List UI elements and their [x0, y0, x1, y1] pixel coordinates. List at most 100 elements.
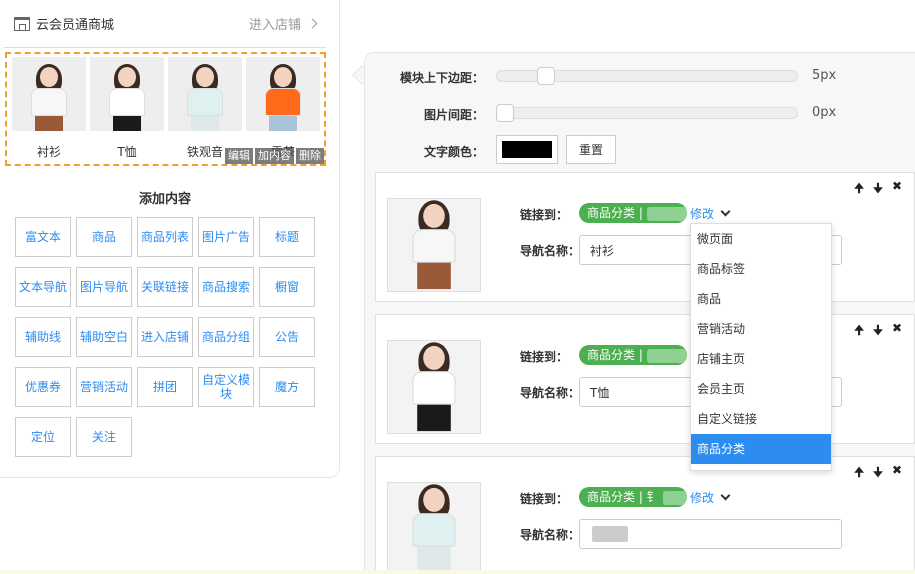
card-controls: 🠉 🠋 ✖	[854, 179, 902, 200]
dropdown-option[interactable]: 微页面	[691, 224, 831, 254]
dropdown-option[interactable]: 会员主页	[691, 374, 831, 404]
dropdown-option[interactable]: 营销活动	[691, 314, 831, 344]
close-icon[interactable]: ✖	[892, 321, 902, 342]
margin-label: 模块上下边距：	[399, 71, 484, 85]
nav-item-image	[12, 57, 86, 131]
product-photo-icon	[412, 342, 456, 432]
image-nav-module[interactable]: 雪茶 铁观音 T恤 衬衫 编辑 加内容 删除	[5, 52, 326, 166]
add-content-button[interactable]: 关注	[76, 417, 132, 457]
nav-item-image	[168, 57, 242, 131]
add-content-button[interactable]: 商品分组	[198, 317, 254, 357]
nav-item-label: 衬衫	[36, 145, 61, 159]
add-content-button[interactable]: 富文本	[15, 217, 71, 257]
redacted-name	[592, 526, 628, 542]
product-photo-icon	[412, 484, 456, 574]
add-content-button[interactable]: 图片广告	[198, 217, 254, 257]
nav-item-image[interactable]	[387, 340, 481, 434]
nav-item-label: T恤	[117, 145, 137, 159]
nav-item-card: 🠉 🠋 ✖ 链接到： 商品分类 | 修改 导航名称：	[375, 172, 915, 302]
margin-slider-handle[interactable]	[537, 67, 556, 85]
chevron-right-icon	[307, 18, 318, 29]
phone-preview-panel: 云会员通商城 进入店铺 雪茶 铁观音 T恤 衬衫 编辑 加内容 删除 添加内容 …	[0, 0, 340, 478]
shop-title: 云会员通商城	[36, 18, 115, 33]
add-content-button[interactable]: 魔方	[259, 367, 315, 407]
nav-item-image[interactable]	[387, 198, 481, 292]
bottom-divider	[0, 570, 915, 574]
nav-item-card: 🠉 🠋 ✖ 链接到： 商品分类 | 修 导航名称：	[375, 314, 915, 444]
edit-link-button[interactable]: 修改	[690, 489, 731, 506]
add-content-button[interactable]: 进入店铺	[137, 317, 193, 357]
add-content-button[interactable]: 定位	[15, 417, 71, 457]
link-tag-text: 商品分类 |	[587, 206, 643, 220]
nav-item[interactable]: 雪茶	[246, 57, 320, 160]
add-content-button[interactable]: 优惠券	[15, 367, 71, 407]
nav-item-image	[90, 57, 164, 131]
module-delete-button[interactable]: 删除	[296, 148, 324, 164]
nav-item[interactable]: 铁观音	[168, 57, 242, 160]
add-content-button[interactable]: 自定义模块	[198, 367, 254, 407]
add-content-button[interactable]: 商品	[76, 217, 132, 257]
move-up-icon[interactable]: 🠉	[854, 463, 864, 484]
nav-item-card: 🠉 🠋 ✖ 链接到： 商品分类 | 钅 修改 导航名称：	[375, 456, 915, 574]
redacted-link-target	[646, 206, 687, 221]
spacing-slider[interactable]	[496, 104, 798, 122]
close-icon[interactable]: ✖	[892, 463, 902, 484]
text-color-picker[interactable]	[496, 135, 558, 164]
add-content-button[interactable]: 图片导航	[76, 267, 132, 307]
product-photo-icon	[412, 200, 456, 290]
dropdown-option[interactable]: 店铺主页	[691, 344, 831, 374]
module-add-button[interactable]: 加内容	[255, 148, 294, 164]
link-tag: 商品分类 | 钅	[579, 487, 687, 507]
add-content-button[interactable]: 营销活动	[76, 367, 132, 407]
nav-item-image[interactable]	[387, 482, 481, 574]
close-icon[interactable]: ✖	[892, 179, 902, 200]
nav-name-label: 导航名称：	[520, 528, 581, 542]
add-content-button[interactable]: 商品搜索	[198, 267, 254, 307]
spacing-label: 图片间距：	[423, 108, 484, 122]
product-photo-icon	[187, 64, 223, 131]
add-content-button[interactable]: 拼团	[137, 367, 193, 407]
link-tag-text: 商品分类 | 钅	[587, 490, 659, 504]
move-down-icon[interactable]: 🠋	[873, 179, 883, 200]
module-edit-button[interactable]: 编辑	[225, 148, 253, 164]
link-to-label: 链接到：	[520, 208, 569, 222]
nav-item[interactable]: 衬衫	[12, 57, 86, 160]
add-content-button[interactable]: 辅助空白	[76, 317, 132, 357]
reset-color-button[interactable]: 重置	[566, 135, 616, 164]
spacing-value: 0px	[812, 105, 837, 120]
add-content-button[interactable]: 公告	[259, 317, 315, 357]
product-photo-icon	[265, 64, 301, 131]
edit-link-label: 修改	[690, 207, 715, 221]
nav-item[interactable]: T恤	[90, 57, 164, 160]
enter-shop-label: 进入店铺	[248, 18, 301, 33]
move-up-icon[interactable]: 🠉	[854, 321, 864, 342]
link-tag-text: 商品分类 |	[587, 348, 643, 362]
dropdown-option[interactable]: 商品分类	[691, 434, 831, 464]
move-down-icon[interactable]: 🠋	[873, 463, 883, 484]
dropdown-option[interactable]: 商品标签	[691, 254, 831, 284]
chevron-down-icon[interactable]	[720, 206, 731, 217]
edit-link-button[interactable]: 修改	[690, 205, 731, 222]
redacted-link-target	[662, 490, 687, 505]
link-tag: 商品分类 |	[579, 345, 687, 365]
add-content-button[interactable]: 橱窗	[259, 267, 315, 307]
add-content-title: 添加内容	[138, 192, 191, 207]
link-to-label: 链接到：	[520, 350, 569, 364]
margin-slider[interactable]	[496, 67, 798, 85]
link-tag: 商品分类 |	[579, 203, 687, 223]
enter-shop-link[interactable]: 进入店铺	[248, 14, 318, 33]
add-content-button[interactable]: 关联链接	[137, 267, 193, 307]
spacing-slider-handle[interactable]	[496, 104, 514, 122]
dropdown-option[interactable]: 自定义链接	[691, 404, 831, 434]
add-content-button[interactable]: 文本导航	[15, 267, 71, 307]
move-down-icon[interactable]: 🠋	[873, 321, 883, 342]
move-up-icon[interactable]: 🠉	[854, 179, 864, 200]
margin-value: 5px	[812, 68, 837, 83]
nav-name-label: 导航名称：	[520, 244, 581, 258]
edit-link-label: 修改	[690, 491, 715, 505]
add-content-button[interactable]: 辅助线	[15, 317, 71, 357]
dropdown-option[interactable]: 商品	[691, 284, 831, 314]
chevron-down-icon[interactable]	[720, 490, 731, 501]
add-content-button[interactable]: 标题	[259, 217, 315, 257]
add-content-button[interactable]: 商品列表	[137, 217, 193, 257]
